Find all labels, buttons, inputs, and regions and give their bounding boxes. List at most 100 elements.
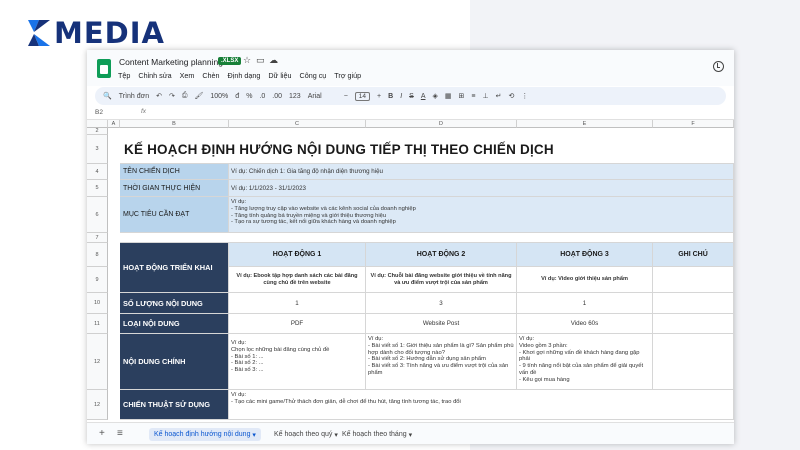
quantity-label[interactable]: SỐ LƯỢNG NỘI DUNG [120,293,229,314]
undo-icon[interactable]: ↶ [156,92,162,100]
quantity-1[interactable]: 1 [229,293,366,314]
campaign-value[interactable]: Ví dụ: Chiến dịch 1: Gia tăng độ nhận di… [229,164,734,180]
wrap-icon[interactable]: ↵ [496,92,502,100]
goal-value[interactable]: Ví dụ: - Tăng lượng truy cập vào website… [229,197,734,233]
more-icon[interactable]: ⋮ [521,92,528,100]
row-header-6[interactable]: 7 [87,233,108,243]
empty-row[interactable] [120,233,734,243]
main-content-label[interactable]: NỘI DUNG CHÍNH [120,334,229,390]
campaign-label[interactable]: TÊN CHIẾN DỊCH [120,164,229,180]
row-header-5[interactable]: 6 [87,197,108,233]
bold-button[interactable]: B [388,93,393,100]
activity-1-example[interactable]: Ví dụ: Ebook tập hợp danh sách các bài đ… [229,267,366,293]
paint-format-icon[interactable]: 🖌 [194,92,203,100]
quantity-3[interactable]: 1 [517,293,653,314]
content-type-note[interactable] [653,314,734,334]
star-icon[interactable]: ☆ [243,55,251,66]
column-header-c[interactable]: C [229,120,366,128]
column-header-d[interactable]: D [366,120,517,128]
redo-icon[interactable]: ↷ [169,92,175,100]
column-header-a[interactable]: A [108,120,120,128]
borders-icon[interactable]: ▦ [445,92,452,100]
row-header-10[interactable]: 11 [87,314,108,334]
decrease-decimal-button[interactable]: .0 [259,93,265,100]
cell-reference[interactable]: B2 [95,109,103,116]
percent-format-button[interactable]: % [246,93,252,100]
row-header-5a[interactable]: 5 [87,180,108,197]
column-header-e[interactable]: E [517,120,653,128]
merge-cells-icon[interactable]: ⊞ [459,92,465,100]
row-header-9[interactable]: 10 [87,293,108,314]
row-header-3[interactable]: 3 [87,135,108,164]
quantity-2[interactable]: 3 [366,293,517,314]
row-header-4[interactable]: 4 [87,164,108,180]
menu-edit[interactable]: Chỉnh sửa [138,71,171,80]
content-type-label[interactable]: LOẠI NỘI DUNG [120,314,229,334]
sheets-logo-icon[interactable] [97,59,111,78]
sheet-tab-quarterly[interactable]: Kế hoạch theo quý ▾ [269,428,343,441]
select-all-corner[interactable] [87,120,108,128]
align-icon[interactable]: ≡ [471,93,475,100]
tactic-value[interactable]: Ví dụ: - Tạo các mini game/Thử thách đơn… [229,390,734,420]
menu-file[interactable]: Tệp [118,71,130,80]
main-content-note[interactable] [653,334,734,390]
search-icon[interactable]: 🔍 [103,92,112,100]
column-header-b[interactable]: B [120,120,229,128]
sheet-tab-content-plan[interactable]: Kế hoạch định hướng nội dung ▾ [149,428,261,441]
version-history-icon[interactable] [713,61,724,72]
time-label[interactable]: THỜI GIAN THỰC HIỆN [120,180,229,197]
sheet-tab-monthly[interactable]: Kế hoạch theo tháng ▾ [337,428,417,441]
print-icon[interactable]: ⎙ [182,92,188,100]
row-header-11[interactable]: 12 [87,334,108,390]
document-title[interactable]: Content Marketing planning [119,57,223,67]
column-header-f[interactable]: F [653,120,734,128]
content-type-2[interactable]: Website Post [366,314,517,334]
activity-2-header[interactable]: HOẠT ĐỘNG 2 [366,243,517,267]
menu-format[interactable]: Định dạng [228,71,261,80]
number-format-button[interactable]: 123 [289,93,301,100]
quantity-note[interactable] [653,293,734,314]
time-value[interactable]: Ví dụ: 1/1/2023 - 31/1/2023 [229,180,734,197]
content-type-3[interactable]: Video 60s [517,314,653,334]
font-size-increase-icon[interactable]: + [377,93,381,100]
move-folder-icon[interactable]: ▭ [256,55,265,66]
content-type-1[interactable]: PDF [229,314,366,334]
fill-color-icon[interactable]: ◈ [432,92,437,100]
strikethrough-button[interactable]: S [409,93,414,100]
menu-data[interactable]: Dữ liệu [268,71,291,80]
activity-3-header[interactable]: HOẠT ĐỘNG 3 [517,243,653,267]
menu-help[interactable]: Trợ giúp [334,71,361,80]
add-sheet-icon[interactable]: + [99,428,105,439]
tactic-label[interactable]: CHIẾN THUẬT SỬ DỤNG [120,390,229,420]
valign-icon[interactable]: ⊥ [482,92,488,100]
increase-decimal-button[interactable]: .00 [272,93,282,100]
sheet-title[interactable]: KẾ HOẠCH ĐỊNH HƯỚNG NỘI DUNG TIẾP THỊ TH… [120,135,734,164]
all-sheets-icon[interactable]: ≡ [117,428,123,439]
text-color-button[interactable]: A [421,93,426,100]
search-menus-label[interactable]: Trình đơn [119,93,149,100]
main-content-1[interactable]: Ví dụ: Chọn lọc những bài đăng cùng chủ … [229,334,366,390]
currency-format-button[interactable]: đ [235,93,239,100]
menu-view[interactable]: Xem [180,71,195,80]
font-size-input[interactable]: 14 [354,91,371,101]
menu-insert[interactable]: Chèn [202,71,219,80]
zoom-select[interactable]: 100% [210,93,228,100]
activity-label[interactable]: HOẠT ĐỘNG TRIỂN KHAI [120,243,229,293]
row-header-12[interactable]: 12 [87,390,108,420]
row-header-2[interactable]: 2 [87,128,108,135]
main-content-3[interactable]: Ví dụ: Video gồm 3 phần: - Khơi gợi nhữn… [517,334,653,390]
cloud-status-icon[interactable]: ☁ [269,55,278,66]
row-header-7[interactable]: 8 [87,243,108,267]
font-size-decrease-icon[interactable]: − [344,93,348,100]
activity-3-example[interactable]: Ví dụ: Video giới thiệu sản phẩm [517,267,653,293]
menu-tools[interactable]: Công cụ [300,71,327,80]
note-cell[interactable] [653,267,734,293]
note-header[interactable]: GHI CHÚ [653,243,734,267]
activity-1-header[interactable]: HOẠT ĐỘNG 1 [229,243,366,267]
font-select[interactable]: Arial [308,93,322,100]
activity-2-example[interactable]: Ví dụ: Chuỗi bài đăng website giới thiệu… [366,267,517,293]
goal-label[interactable]: MỤC TIÊU CẦN ĐẠT [120,197,229,233]
rotate-icon[interactable]: ⟲ [508,92,514,100]
row-header-8[interactable]: 9 [87,267,108,293]
italic-button[interactable]: I [400,93,402,100]
